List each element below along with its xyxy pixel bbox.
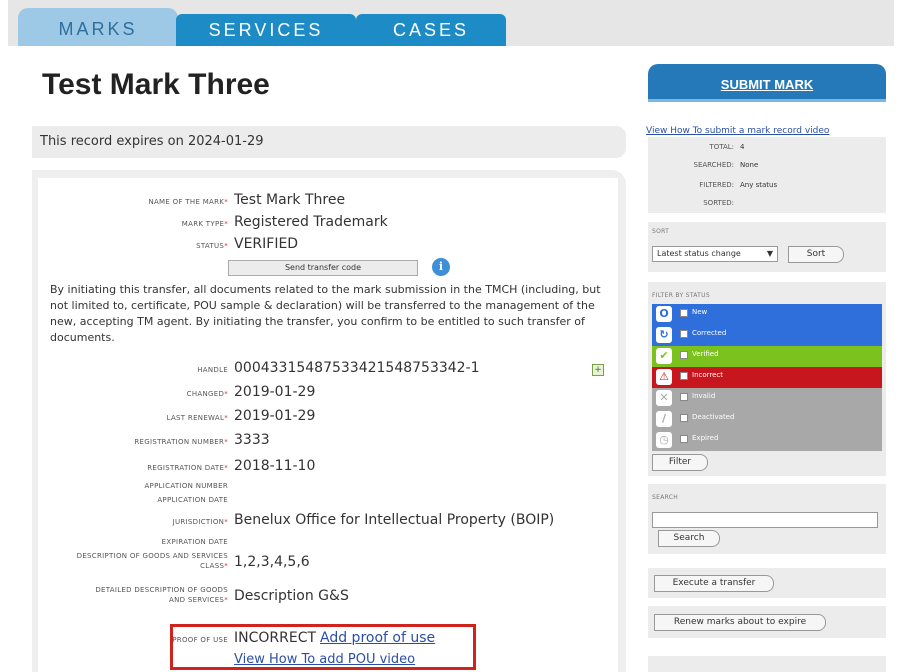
mark-type-value: Registered Trademark xyxy=(234,214,388,230)
pou-video-link[interactable]: View How To add POU video xyxy=(234,652,415,667)
mark-name-value: Test Mark Three xyxy=(234,192,346,208)
field-label: CLASS* xyxy=(200,562,228,570)
detailed-description-value: Description G&S xyxy=(234,588,349,604)
status-filter-invalid[interactable]: ✕ Invalid xyxy=(652,388,882,409)
tab-services[interactable]: SERVICES xyxy=(176,14,356,46)
sort-title: SORT xyxy=(652,228,670,235)
sidebar-footer-panel xyxy=(648,656,886,672)
field-label: APPLICATION NUMBER xyxy=(144,482,228,490)
field-label: APPLICATION DATE xyxy=(157,496,228,504)
record-panel: NAME OF THE MARK* Test Mark Three MARK T… xyxy=(32,170,626,672)
status-incorrect-icon: ⚠ xyxy=(656,369,672,385)
status-filter-verified[interactable]: ✔ Verified xyxy=(652,346,882,367)
status-filter-corrected[interactable]: ↻ Corrected xyxy=(652,325,882,346)
tab-cases[interactable]: CASES xyxy=(356,14,506,46)
tab-bar: MARKS SERVICES CASES xyxy=(8,0,894,46)
info-icon[interactable]: i xyxy=(432,258,450,276)
add-proof-of-use-link[interactable]: Add proof of use xyxy=(320,630,435,646)
field-label: JURISDICTION* xyxy=(172,518,228,526)
status-new-icon: O xyxy=(656,306,672,322)
status-filter-expired[interactable]: ◷ Expired xyxy=(652,430,882,451)
proof-of-use-value: INCORRECT xyxy=(234,630,317,646)
last-renewal-value: 2019-01-29 xyxy=(234,408,316,424)
search-panel: SEARCH Search xyxy=(648,484,886,554)
status-checkbox[interactable] xyxy=(680,330,688,338)
search-title: SEARCH xyxy=(652,494,679,501)
status-checkbox[interactable] xyxy=(680,393,688,401)
tab-marks[interactable]: MARKS xyxy=(18,8,178,46)
status-checkbox[interactable] xyxy=(680,414,688,422)
status-label: New xyxy=(692,308,708,316)
class-value: 1,2,3,4,5,6 xyxy=(234,554,310,570)
field-label: AND SERVICES* xyxy=(168,596,228,604)
status-label: Verified xyxy=(692,350,719,358)
expiry-notice: This record expires on 2024-01-29 xyxy=(32,126,626,158)
expand-icon[interactable]: + xyxy=(592,364,604,376)
sort-panel: SORT Latest status change ▼ Sort xyxy=(648,222,886,272)
status-label: Invalid xyxy=(692,392,716,400)
changed-value: 2019-01-29 xyxy=(234,384,316,400)
status-invalid-icon: ✕ xyxy=(656,390,672,406)
submit-video-link[interactable]: View How To submit a mark record video xyxy=(646,126,829,136)
field-label: DETAILED DESCRIPTION OF GOODS xyxy=(95,586,228,594)
search-button[interactable]: Search xyxy=(658,530,720,547)
execute-transfer-button[interactable]: Execute a transfer xyxy=(654,575,774,592)
handle-value: 00043315487533421548753342-1 xyxy=(234,360,480,376)
status-checkbox[interactable] xyxy=(680,351,688,359)
status-deactivated-icon: / xyxy=(656,411,672,427)
status-label: Incorrect xyxy=(692,371,724,379)
registration-date-value: 2018-11-10 xyxy=(234,458,316,474)
status-filter-incorrect[interactable]: ⚠ Incorrect xyxy=(652,367,882,388)
field-label: DESCRIPTION OF GOODS AND SERVICES xyxy=(76,552,228,560)
field-label: NAME OF THE MARK* xyxy=(148,198,228,206)
filter-panel: FILTER BY STATUS O New ↻ Corrected ✔ Verified… xyxy=(648,282,886,476)
field-label: STATUS* xyxy=(196,242,228,250)
field-label: PROOF OF USE xyxy=(172,636,228,644)
status-expired-icon: ◷ xyxy=(656,432,672,448)
sort-select[interactable]: Latest status change ▼ xyxy=(652,246,778,262)
status-filter-deactivated[interactable]: / Deactivated xyxy=(652,409,882,430)
status-label: Expired xyxy=(692,434,719,442)
jurisdiction-value: Benelux Office for Intellectual Property… xyxy=(234,512,555,528)
stats-panel: TOTAL: 4 SEARCHED: None FILTERED: Any statu… xyxy=(648,137,886,213)
field-label: MARK TYPE* xyxy=(181,220,228,228)
chevron-down-icon: ▼ xyxy=(766,249,773,258)
sort-button[interactable]: Sort xyxy=(788,246,844,263)
transfer-description: By initiating this transfer, all documen… xyxy=(50,283,601,344)
send-transfer-code-button[interactable]: Send transfer code xyxy=(228,260,418,276)
registration-number-value: 3333 xyxy=(234,432,270,448)
page-title: Test Mark Three xyxy=(42,68,270,101)
renew-panel: Renew marks about to expire xyxy=(648,606,886,638)
field-label: REGISTRATION DATE* xyxy=(147,464,228,472)
search-input[interactable] xyxy=(652,512,878,528)
status-label: Corrected xyxy=(692,329,727,337)
execute-transfer-panel: Execute a transfer xyxy=(648,568,886,598)
status-checkbox[interactable] xyxy=(680,372,688,380)
field-label: LAST RENEWAL* xyxy=(166,414,228,422)
status-checkbox[interactable] xyxy=(680,309,688,317)
record-details: NAME OF THE MARK* Test Mark Three MARK T… xyxy=(38,178,618,672)
status-checkbox[interactable] xyxy=(680,435,688,443)
field-label: HANDLE xyxy=(197,366,228,374)
sort-selected-value: Latest status change xyxy=(657,249,741,258)
status-value: VERIFIED xyxy=(234,236,299,252)
submit-mark-button[interactable]: SUBMIT MARK xyxy=(648,64,886,102)
filter-title: FILTER BY STATUS xyxy=(652,292,710,299)
field-label: EXPIRATION DATE xyxy=(161,538,228,546)
status-filter-new[interactable]: O New xyxy=(652,304,882,325)
status-verified-icon: ✔ xyxy=(656,348,672,364)
status-corrected-icon: ↻ xyxy=(656,327,672,343)
field-label: CHANGED* xyxy=(186,390,228,398)
renew-marks-button[interactable]: Renew marks about to expire xyxy=(654,614,826,631)
filter-button[interactable]: Filter xyxy=(652,454,708,471)
field-label: REGISTRATION NUMBER* xyxy=(134,438,228,446)
status-label: Deactivated xyxy=(692,413,735,421)
